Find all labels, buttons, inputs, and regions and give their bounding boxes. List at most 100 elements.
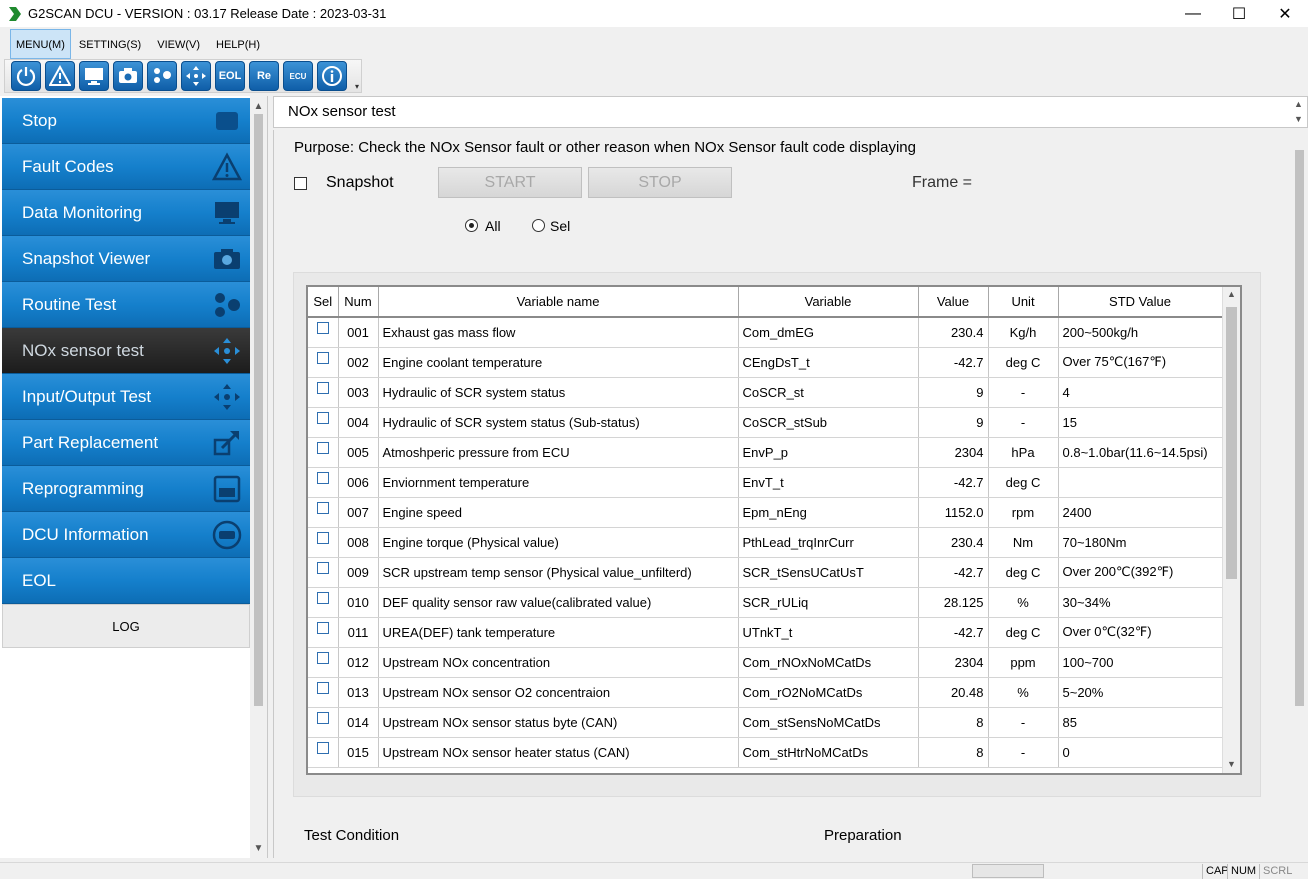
col-header-num[interactable]: Num [338, 287, 379, 318]
radio-all[interactable] [465, 219, 478, 232]
row-checkbox[interactable] [316, 411, 329, 424]
table-row[interactable]: 009 SCR upstream temp sensor (Physical va… [308, 557, 1223, 588]
table-row[interactable]: 014 Upstream NOx sensor status byte (CAN)… [308, 707, 1223, 738]
sidebar-item-snapshot-viewer[interactable]: Snapshot Viewer [2, 236, 250, 282]
cell-std-value: 200~500kg/h [1058, 317, 1223, 348]
row-checkbox[interactable] [316, 681, 329, 694]
menu-setting[interactable]: SETTING(S) [71, 29, 149, 59]
minimize-button[interactable]: — [1170, 0, 1216, 27]
tool-power-button[interactable] [11, 61, 41, 91]
scroll-up-icon[interactable]: ▲ [1294, 99, 1303, 109]
close-button[interactable]: ✕ [1262, 0, 1308, 27]
table-row[interactable]: 002 Engine coolant temperature CEngDsT_t -4… [308, 347, 1223, 378]
table-row[interactable]: 010 DEF quality sensor raw value(calibrat… [308, 587, 1223, 618]
main-scroll-thumb[interactable] [1295, 150, 1304, 706]
cell-value: -42.7 [918, 617, 989, 648]
col-header-value[interactable]: Value [918, 287, 989, 318]
cell-variable: CoSCR_stSub [738, 407, 919, 438]
cell-sel [308, 467, 339, 498]
scroll-down-icon[interactable]: ▼ [1294, 114, 1303, 124]
col-header-std-value[interactable]: STD Value [1058, 287, 1223, 318]
table-row[interactable]: 015 Upstream NOx sensor heater status (CA… [308, 737, 1223, 768]
scroll-down-icon[interactable]: ▼ [250, 840, 267, 856]
col-header-variable[interactable]: Variable [738, 287, 919, 318]
sidebar-item-nox-sensor-test[interactable]: NOx sensor test [2, 328, 250, 374]
row-checkbox[interactable] [316, 561, 329, 574]
maximize-button[interactable]: ☐ [1216, 0, 1262, 27]
row-checkbox[interactable] [316, 651, 329, 664]
table-row[interactable]: 003 Hydraulic of SCR system status CoSCR_s… [308, 377, 1223, 408]
cell-num: 012 [338, 647, 379, 678]
sidebar-item-stop[interactable]: Stop [2, 98, 250, 144]
col-header-sel[interactable]: Sel [308, 287, 339, 318]
sidebar-item-input-output-test[interactable]: Input/Output Test [2, 374, 250, 420]
maximize-icon: ☐ [1231, 5, 1247, 23]
row-checkbox[interactable] [316, 621, 329, 634]
start-button[interactable]: START [438, 167, 582, 198]
power-icon [16, 67, 36, 87]
table-scroll-thumb[interactable] [1226, 307, 1237, 579]
radio-sel[interactable] [532, 219, 545, 232]
radio-all-label: All [485, 218, 501, 234]
menu-help[interactable]: HELP(H) [208, 29, 268, 59]
table-row[interactable]: 008 Engine torque (Physical value) PthLead… [308, 527, 1223, 558]
row-checkbox[interactable] [316, 531, 329, 544]
table-row[interactable]: 012 Upstream NOx concentration Com_rNOxNoM… [308, 647, 1223, 678]
sidebar-item-fault-codes[interactable]: Fault Codes [2, 144, 250, 190]
menu-view[interactable]: VIEW(V) [149, 29, 208, 59]
col-header-unit[interactable]: Unit [988, 287, 1059, 318]
table-row[interactable]: 004 Hydraulic of SCR system status (Sub-s… [308, 407, 1223, 438]
table-row[interactable]: 007 Engine speed Epm_nEng 1152.0 rpm 2400 [308, 497, 1223, 528]
tool-eol-button[interactable]: EOL [215, 61, 245, 91]
sidebar-item-dcu-information[interactable]: DCU Information [2, 512, 250, 558]
menu-menu[interactable]: MENU(M) [10, 29, 71, 59]
snapshot-checkbox[interactable] [294, 177, 307, 190]
scroll-down-icon[interactable]: ▼ [1227, 759, 1236, 769]
row-checkbox[interactable] [316, 741, 329, 754]
tool-camera-button[interactable] [113, 61, 143, 91]
toolbar-overflow-icon[interactable]: ▾ [355, 82, 359, 91]
table-row[interactable]: 006 Enviornment temperature EnvT_t -42.7 deg… [308, 467, 1223, 498]
table-row[interactable]: 013 Upstream NOx sensor O2 concentraion Co… [308, 677, 1223, 708]
cell-value: 20.48 [918, 677, 989, 708]
stop-button[interactable]: STOP [588, 167, 732, 198]
sidebar-item-routine-test[interactable]: Routine Test [2, 282, 250, 328]
camera-icon [119, 68, 137, 83]
snapshot-label: Snapshot [326, 174, 394, 191]
tool-info-button[interactable] [317, 61, 347, 91]
scroll-up-icon[interactable]: ▲ [250, 98, 267, 114]
sidebar-scrollbar[interactable]: ▲ ▼ [250, 96, 267, 858]
log-button[interactable]: LOG [2, 604, 250, 648]
main-scrollbar[interactable] [1291, 130, 1308, 858]
table-scrollbar[interactable]: ▲ ▼ [1222, 287, 1240, 773]
table-row[interactable]: 005 Atmoshperic pressure from ECU EnvP_p 23… [308, 437, 1223, 468]
header-scrollbar[interactable]: ▲ ▼ [1290, 97, 1307, 127]
row-checkbox[interactable] [316, 591, 329, 604]
row-checkbox[interactable] [316, 441, 329, 454]
tool-io-button[interactable] [181, 61, 211, 91]
tool-monitor-button[interactable] [79, 61, 109, 91]
sidebar-item-part-replacement[interactable]: Part Replacement [2, 420, 250, 466]
cell-sel [308, 587, 339, 618]
row-checkbox[interactable] [316, 501, 329, 514]
tool-reprogram-button[interactable]: Re [249, 61, 279, 91]
menu-bar: MENU(M) SETTING(S) VIEW(V) HELP(H) [0, 27, 1308, 59]
row-checkbox[interactable] [316, 351, 329, 364]
row-checkbox[interactable] [316, 471, 329, 484]
row-checkbox[interactable] [316, 711, 329, 724]
col-header-variable-name[interactable]: Variable name [378, 287, 739, 318]
row-checkbox[interactable] [316, 322, 329, 334]
scroll-up-icon[interactable]: ▲ [1227, 289, 1236, 299]
row-checkbox[interactable] [316, 381, 329, 394]
reprogram-icon: Re [256, 70, 272, 82]
table-row[interactable]: 001 Exhaust gas mass flow Com_dmEG 230.4 Kg/… [308, 317, 1223, 348]
table-row[interactable]: 011 UREA(DEF) tank temperature UTnkT_t -42.… [308, 617, 1223, 648]
sidebar-scroll-thumb[interactable] [254, 114, 263, 706]
tool-ecu-button[interactable]: ECU [283, 61, 313, 91]
sidebar-item-data-monitoring[interactable]: Data Monitoring [2, 190, 250, 236]
tool-routine-button[interactable] [147, 61, 177, 91]
sidebar-item-reprogramming[interactable]: Reprogramming [2, 466, 250, 512]
data-panel: Sel Num Variable name Variable Value Uni… [293, 272, 1261, 797]
tool-fault-button[interactable] [45, 61, 75, 91]
sidebar-item-eol[interactable]: EOL [2, 558, 250, 604]
